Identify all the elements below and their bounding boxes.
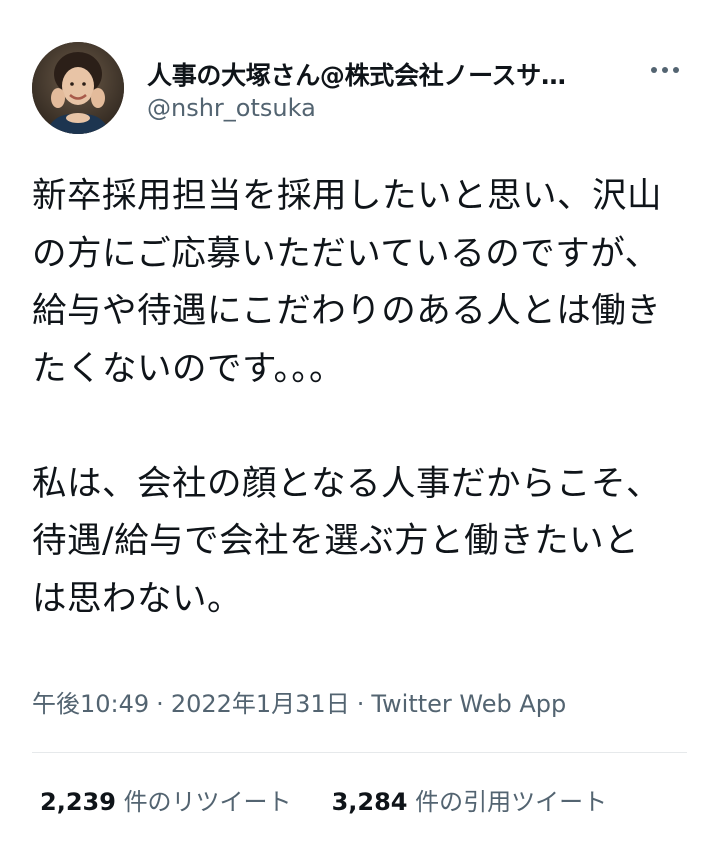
- meta-separator: ·: [356, 690, 365, 718]
- author-display-name[interactable]: 人事の大塚さん@株式会社ノースサ…: [147, 56, 612, 92]
- tweet-date[interactable]: 2022年1月31日: [171, 690, 350, 718]
- tweet-header: 人事の大塚さん@株式会社ノースサ… @nshr_otsuka: [32, 42, 683, 138]
- quotes-count: 3,284: [331, 788, 408, 816]
- tweet-stats: 2,239 件のリツイート 3,284 件の引用ツイート: [40, 782, 607, 817]
- avatar-photo: [32, 42, 124, 134]
- more-dots-icon: [651, 67, 679, 73]
- tweet-detail: 人事の大塚さん@株式会社ノースサ… @nshr_otsuka 新卒採用担当を採用…: [0, 0, 715, 843]
- tweet-source[interactable]: Twitter Web App: [371, 690, 566, 718]
- more-button[interactable]: [647, 58, 683, 82]
- retweets-stat[interactable]: 2,239 件のリツイート: [40, 782, 292, 817]
- tweet-time[interactable]: 午後10:49: [32, 690, 149, 718]
- quotes-label: 件の引用ツイート: [415, 788, 608, 816]
- avatar[interactable]: [32, 42, 124, 134]
- quotes-stat[interactable]: 3,284 件の引用ツイート: [332, 782, 608, 817]
- author-handle[interactable]: @nshr_otsuka: [147, 94, 316, 122]
- divider: [32, 752, 687, 753]
- tweet-body: 新卒採用担当を採用したいと思い、沢山の方にご応募いただいているのですが、給与や待…: [32, 168, 672, 628]
- retweets-count: 2,239: [40, 788, 116, 816]
- meta-separator: ·: [156, 690, 164, 718]
- retweets-label: 件のリツイート: [123, 788, 292, 816]
- tweet-meta: 午後10:49 · 2022年1月31日 · Twitter Web App: [32, 684, 566, 719]
- tweet-text: 新卒採用担当を採用したいと思い、沢山の方にご応募いただいているのですが、給与や待…: [32, 176, 662, 619]
